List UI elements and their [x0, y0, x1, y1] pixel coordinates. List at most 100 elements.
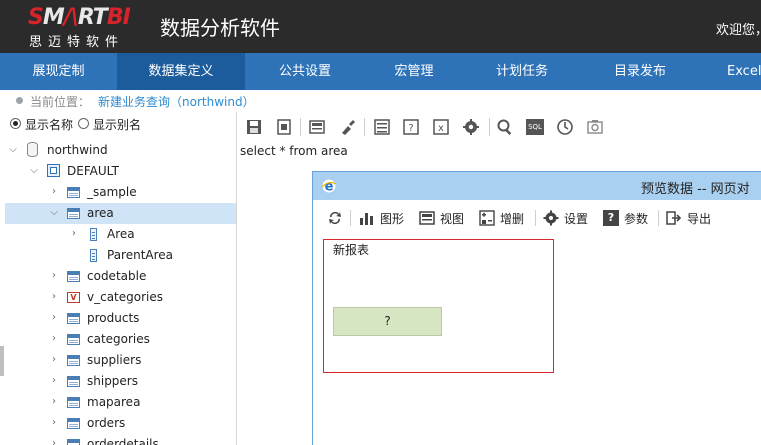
chevron-down-icon[interactable]: ⌵ — [29, 166, 39, 176]
parameters-button-label: 参数 — [624, 212, 649, 226]
dialog-title: 预览数据 -- 网页对 — [641, 182, 750, 197]
settings-icon[interactable] — [462, 118, 480, 136]
save-icon[interactable] — [245, 118, 263, 136]
tree-node-column[interactable]: › Area — [5, 224, 236, 245]
chevron-right-icon[interactable]: › — [49, 439, 59, 445]
save-as-icon[interactable] — [275, 118, 293, 136]
export-icon — [666, 211, 682, 225]
gear-icon — [543, 210, 559, 226]
toolbar-separator — [300, 118, 301, 136]
tree-node-table[interactable]: › categories — [5, 329, 236, 350]
tree-node-table[interactable]: › suppliers — [5, 350, 236, 371]
nav-item-excel[interactable]: Excel — [699, 53, 761, 90]
breadcrumb-current[interactable]: 新建业务查询（northwind） — [98, 93, 255, 110]
chevron-right-icon[interactable]: › — [49, 376, 59, 386]
add-remove-icon — [479, 210, 495, 226]
show-alias-label[interactable]: 显示别名 — [93, 116, 141, 133]
tree-label: ParentArea — [107, 248, 174, 262]
add-remove-button[interactable]: 增删 — [479, 209, 529, 227]
view-table-icon: V — [67, 292, 80, 303]
tree-node-schema[interactable]: ⌵ DEFAULT — [5, 161, 236, 182]
database-icon — [27, 142, 38, 157]
tree-node-database[interactable]: ⌵ northwind — [5, 140, 236, 161]
tree-node-table[interactable]: › products — [5, 308, 236, 329]
nav-item-macro-management[interactable]: 宏管理 — [365, 53, 463, 90]
tree-node-view[interactable]: › V v_categories — [5, 287, 236, 308]
tree-node-table[interactable]: › shippers — [5, 371, 236, 392]
tree-label: products — [87, 311, 140, 325]
chevron-down-icon[interactable]: ⌵ — [8, 145, 18, 155]
report-name: 新报表 — [333, 243, 370, 257]
nav-item-scheduled-tasks[interactable]: 计划任务 — [463, 53, 581, 90]
chevron-right-icon[interactable]: › — [49, 313, 59, 323]
chart-button[interactable]: 图形 — [359, 209, 409, 227]
nav-item-display-custom[interactable]: 展现定制 — [0, 53, 117, 90]
table-icon — [67, 313, 80, 324]
tree-node-column[interactable]: ParentArea — [5, 245, 236, 266]
table-icon — [67, 355, 80, 366]
chevron-down-icon[interactable]: ⌵ — [49, 208, 59, 218]
breadcrumb-label: 当前位置： — [30, 95, 91, 109]
table-icon — [67, 208, 80, 219]
help-form-icon[interactable]: ? — [402, 118, 420, 136]
show-alias-radio[interactable] — [78, 118, 89, 129]
properties-icon[interactable] — [373, 118, 391, 136]
toolbar-separator — [535, 210, 536, 226]
tree-node-table-selected[interactable]: ⌵ area — [5, 203, 236, 224]
layout-icon[interactable] — [308, 118, 326, 136]
chevron-right-icon[interactable]: › — [49, 292, 59, 302]
chevron-right-icon[interactable]: › — [49, 355, 59, 365]
excel-icon[interactable]: x — [432, 118, 450, 136]
sql-icon[interactable]: SQL — [526, 119, 544, 135]
view-icon — [419, 211, 435, 225]
table-icon — [67, 271, 80, 282]
schema-icon — [47, 164, 60, 177]
tree-label: categories — [87, 332, 150, 346]
search-icon[interactable] — [496, 118, 514, 136]
tree-label: DEFAULT — [67, 164, 119, 178]
tree-node-table[interactable]: › maparea — [5, 392, 236, 413]
nav-item-dataset-definition[interactable]: 数据集定义 — [117, 53, 245, 90]
breadcrumb-dot-icon — [16, 97, 23, 104]
chevron-right-icon[interactable]: › — [69, 229, 79, 239]
table-icon — [67, 376, 80, 387]
chevron-right-icon[interactable]: › — [49, 397, 59, 407]
tree-node-table[interactable]: › orderdetails — [5, 434, 236, 445]
tree-label: suppliers — [87, 353, 142, 367]
panel-splitter-handle[interactable] — [0, 346, 4, 376]
refresh-icon — [329, 212, 341, 224]
chevron-right-icon[interactable]: › — [49, 187, 59, 197]
chevron-right-icon[interactable]: › — [49, 271, 59, 281]
svg-text:x: x — [438, 123, 444, 134]
column-icon — [90, 228, 97, 241]
export-button[interactable]: 导出 — [666, 209, 716, 227]
table-icon — [67, 187, 80, 198]
logo-subtitle: 思迈特软件 — [29, 35, 125, 50]
svg-text:?: ? — [408, 123, 413, 134]
refresh-button[interactable] — [326, 209, 344, 227]
svg-text:e: e — [325, 180, 334, 195]
sql-editor-text[interactable]: select * from area — [240, 144, 348, 158]
nav-item-catalog-publish[interactable]: 目录发布 — [581, 53, 699, 90]
table-icon — [67, 397, 80, 408]
nav-item-public-settings[interactable]: 公共设置 — [245, 53, 365, 90]
tree-label: Area — [107, 227, 135, 241]
view-button[interactable]: 视图 — [419, 209, 469, 227]
show-name-radio[interactable] — [10, 118, 21, 129]
view-button-label: 视图 — [440, 212, 465, 226]
tree-label: shippers — [87, 374, 138, 388]
chevron-right-icon[interactable]: › — [49, 334, 59, 344]
toolbar-separator — [658, 210, 659, 226]
show-name-label[interactable]: 显示名称 — [25, 116, 73, 133]
clock-icon[interactable] — [556, 118, 574, 136]
parameters-button[interactable]: ? 参数 — [603, 209, 651, 227]
tree-node-table[interactable]: › codetable — [5, 266, 236, 287]
tree-node-table[interactable]: › orders — [5, 413, 236, 434]
report-cell[interactable]: ? — [333, 307, 442, 336]
cache-icon[interactable] — [586, 118, 604, 136]
tree-node-table[interactable]: › _sample — [5, 182, 236, 203]
tree-label: _sample — [87, 185, 137, 199]
clean-icon[interactable] — [338, 118, 356, 136]
settings-button[interactable]: 设置 — [543, 209, 591, 227]
chevron-right-icon[interactable]: › — [49, 418, 59, 428]
